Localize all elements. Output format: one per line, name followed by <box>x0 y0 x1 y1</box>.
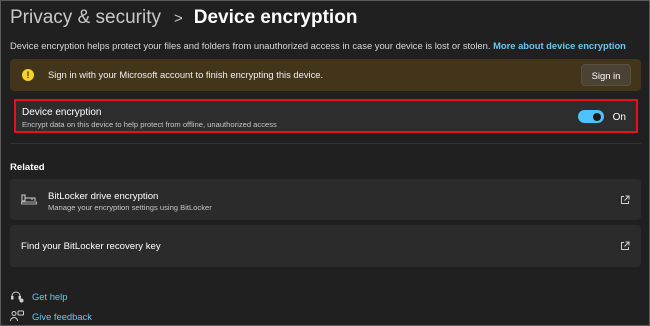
give-feedback-link[interactable]: Give feedback <box>10 310 92 323</box>
related-heading: Related <box>10 162 45 173</box>
toggle-knob <box>593 112 601 121</box>
bitlocker-drive-encryption-link[interactable]: BitLocker drive encryption Manage your e… <box>10 179 641 220</box>
warning-icon: ! <box>22 69 34 81</box>
device-encryption-toggle[interactable] <box>578 110 604 123</box>
setting-title: Device encryption <box>22 107 102 118</box>
bitlocker-key-icon <box>21 194 37 205</box>
give-feedback-icon <box>10 310 24 322</box>
page-description: Device encryption helps protect your fil… <box>10 40 626 51</box>
banner-message: Sign in with your Microsoft account to f… <box>48 69 324 80</box>
get-help-label: Get help <box>32 291 68 302</box>
get-help-link[interactable]: Get help <box>10 290 67 303</box>
breadcrumb: Privacy & security > Device encryption <box>10 5 357 31</box>
give-feedback-label: Give feedback <box>32 311 92 322</box>
sign-in-button[interactable]: Sign in <box>581 64 631 86</box>
page-title: Device encryption <box>193 7 358 28</box>
description-text: Device encryption helps protect your fil… <box>10 40 494 51</box>
divider <box>10 143 641 144</box>
recovery-key-title: Find your BitLocker recovery key <box>21 241 161 252</box>
device-encryption-setting: Device encryption Encrypt data on this d… <box>14 99 638 133</box>
chevron-right-icon: > <box>173 9 183 27</box>
bitlocker-title: BitLocker drive encryption <box>48 191 159 202</box>
find-recovery-key-link[interactable]: Find your BitLocker recovery key <box>10 225 641 267</box>
signin-warning-banner: ! Sign in with your Microsoft account to… <box>10 59 641 91</box>
open-external-icon <box>621 195 630 204</box>
open-external-icon <box>621 241 630 250</box>
toggle-state-label: On <box>612 112 626 123</box>
breadcrumb-parent-link[interactable]: Privacy & security <box>10 7 161 29</box>
bitlocker-subtitle: Manage your encryption settings using Bi… <box>48 203 212 212</box>
more-about-encryption-link[interactable]: More about device encryption <box>493 40 626 51</box>
get-help-icon <box>11 291 24 303</box>
setting-description: Encrypt data on this device to help prot… <box>22 120 277 129</box>
